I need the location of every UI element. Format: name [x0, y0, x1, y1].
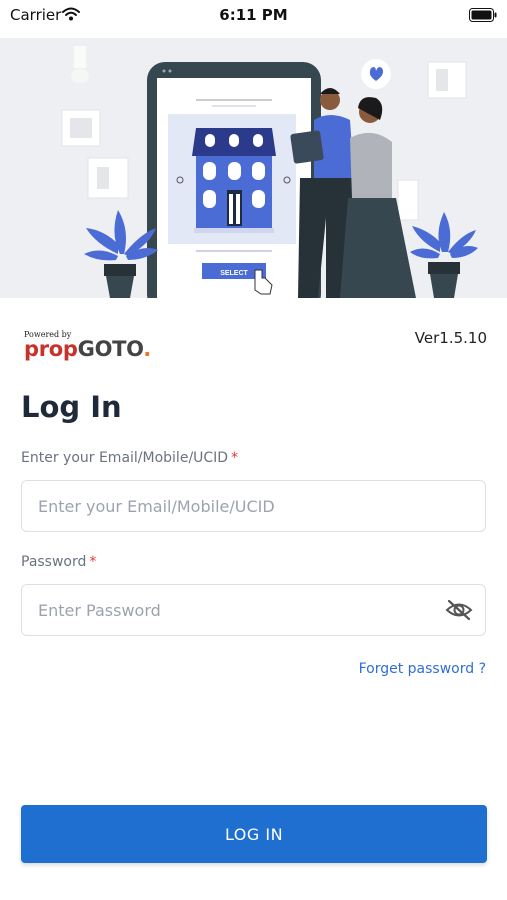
version-label: Ver1.5.10 [414, 329, 487, 347]
hero-illustration: SELECT [0, 38, 507, 298]
brand-wordmark: propGOTO. [24, 338, 151, 360]
propgoto-logo: Powered by propGOTO. [24, 330, 151, 360]
email-required-mark: * [231, 450, 239, 466]
forgot-password-link[interactable]: Forget password ? [359, 661, 486, 677]
page-title: Log In [21, 390, 122, 424]
brand-dot: . [143, 337, 151, 361]
status-bar: Carrier 6:11 PM [0, 0, 507, 30]
email-label: Enter your Email/Mobile/UCID * [21, 450, 238, 466]
login-button[interactable]: LOG IN [21, 805, 487, 863]
hero-select-label: SELECT [220, 270, 248, 277]
email-field-container [21, 480, 486, 532]
password-label-text: Password [21, 554, 87, 570]
clock: 6:11 PM [219, 6, 288, 24]
password-label: Password * [21, 554, 96, 570]
email-input[interactable] [22, 481, 438, 531]
brand-goto: GOTO [77, 337, 144, 361]
email-label-text: Enter your Email/Mobile/UCID [21, 450, 229, 466]
password-field-container [21, 584, 486, 636]
eye-slash-icon[interactable] [445, 598, 473, 626]
password-input[interactable] [22, 585, 438, 635]
battery-icon [469, 7, 497, 26]
password-required-mark: * [89, 554, 97, 570]
brand-prop: prop [24, 337, 78, 361]
